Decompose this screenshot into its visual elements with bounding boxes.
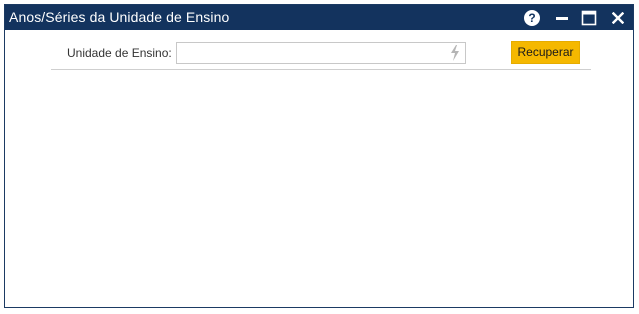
bolt-icon[interactable] <box>449 45 461 61</box>
title-bar[interactable]: Anos/Séries da Unidade de Ensino ? <box>5 5 633 30</box>
window-title: Anos/Séries da Unidade de Ensino <box>9 9 230 25</box>
close-button[interactable] <box>606 5 630 30</box>
minimize-icon <box>556 16 568 20</box>
filter-toolbar: Unidade de Ensino: Recuperar <box>51 30 591 70</box>
help-icon: ? <box>524 9 540 26</box>
minimize-button[interactable] <box>550 5 574 30</box>
unidade-de-ensino-field[interactable] <box>176 42 466 64</box>
close-icon <box>612 11 624 24</box>
unidade-de-ensino-label: Unidade de Ensino: <box>67 46 172 60</box>
recuperar-button[interactable]: Recuperar <box>511 41 580 64</box>
dialog-window: Anos/Séries da Unidade de Ensino ? Unida… <box>4 4 634 308</box>
help-button[interactable]: ? <box>520 5 544 30</box>
unidade-de-ensino-input[interactable] <box>177 43 455 63</box>
maximize-icon <box>581 10 597 25</box>
maximize-button[interactable] <box>577 5 601 30</box>
